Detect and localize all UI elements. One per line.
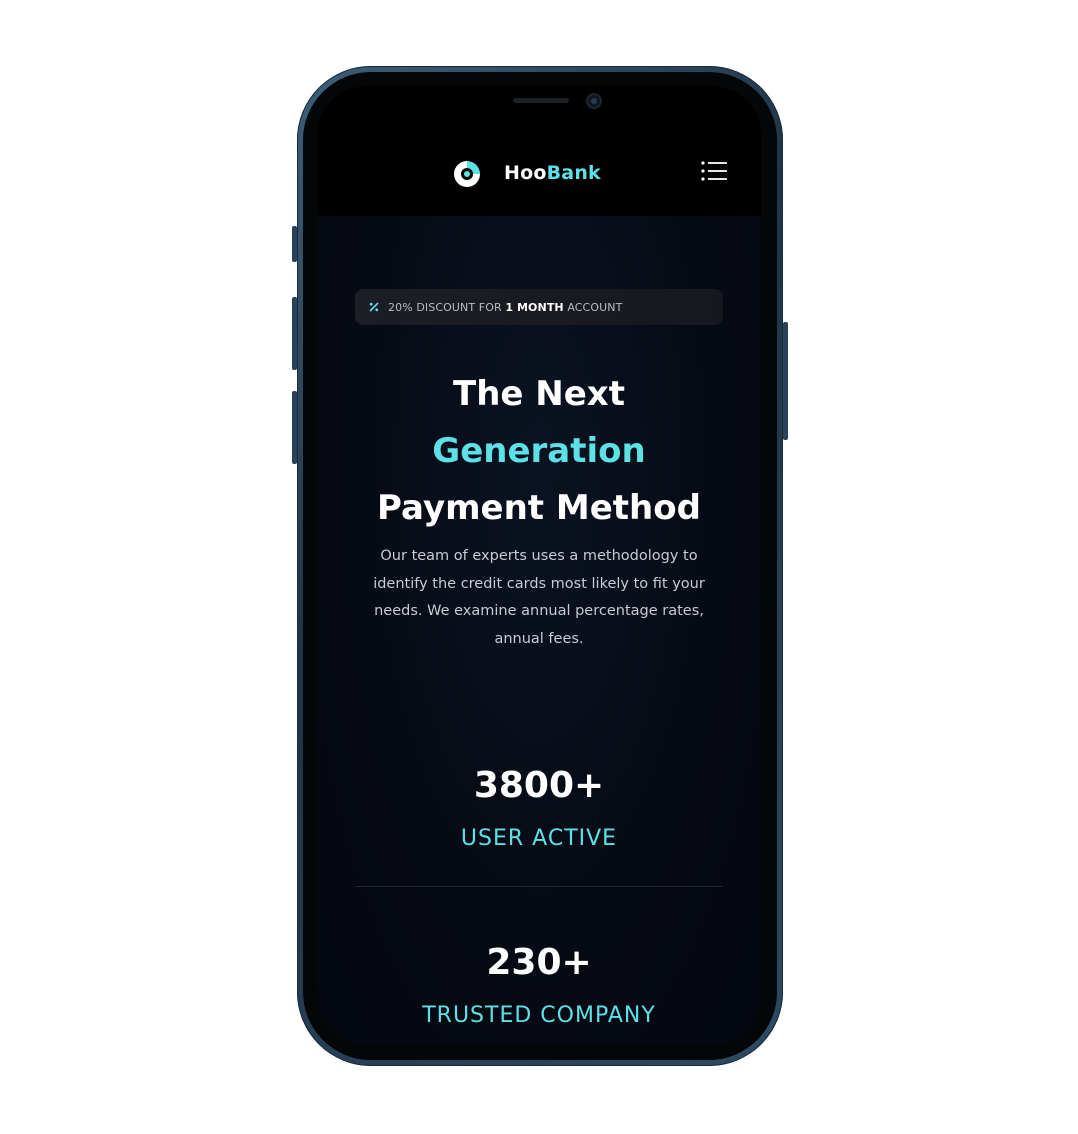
stat-label: USER ACTIVE <box>460 826 618 851</box>
brand-name-part1: Hoo <box>504 162 547 184</box>
notch <box>420 86 658 126</box>
brand-name: HooBank <box>504 162 601 184</box>
discount-text: 20% DISCOUNT FOR 1 MONTH ACCOUNT <box>388 301 622 314</box>
hero-title-line2: Generation <box>432 431 646 471</box>
stat-label: TRUSTED COMPANY <box>422 1003 656 1028</box>
hero-title-line1: The Next <box>453 374 625 414</box>
discount-badge: 20% DISCOUNT FOR 1 MONTH ACCOUNT <box>355 289 723 325</box>
hoobank-logo-icon <box>454 161 480 187</box>
stat-trusted-company: 230+ TRUSTED COMPANY <box>317 941 761 1031</box>
stat-value: 230+ <box>486 942 592 983</box>
hero-description: Our team of experts uses a methodology t… <box>373 548 705 647</box>
brand-logo-link[interactable]: HooBank <box>450 158 601 188</box>
front-camera <box>586 93 602 109</box>
hero-title: The Next Generation Payment Method <box>317 366 761 537</box>
stat-value: 3800+ <box>473 765 605 806</box>
brand-name-part2: Bank <box>546 162 601 184</box>
stat-user-active: 3800+ USER ACTIVE <box>317 764 761 854</box>
discount-suffix: ACCOUNT <box>567 300 623 314</box>
discount-prefix: 20% DISCOUNT FOR <box>388 300 502 314</box>
discount-highlight: 1 MONTH <box>505 300 564 314</box>
stat-divider <box>355 886 723 887</box>
hero-section: 20% DISCOUNT FOR 1 MONTH ACCOUNT The Nex… <box>317 216 761 1046</box>
hero-title-line3: Payment Method <box>377 488 701 528</box>
hamburger-menu-icon[interactable] <box>701 161 727 181</box>
discount-percent-icon <box>369 302 379 312</box>
device-mockup: HooBank 20% DISCOUNT FOR 1 MONTH ACCOUNT <box>0 0 1078 1134</box>
power-button <box>783 322 788 440</box>
phone-screen: HooBank 20% DISCOUNT FOR 1 MONTH ACCOUNT <box>317 86 761 1046</box>
earpiece-speaker <box>513 98 569 103</box>
